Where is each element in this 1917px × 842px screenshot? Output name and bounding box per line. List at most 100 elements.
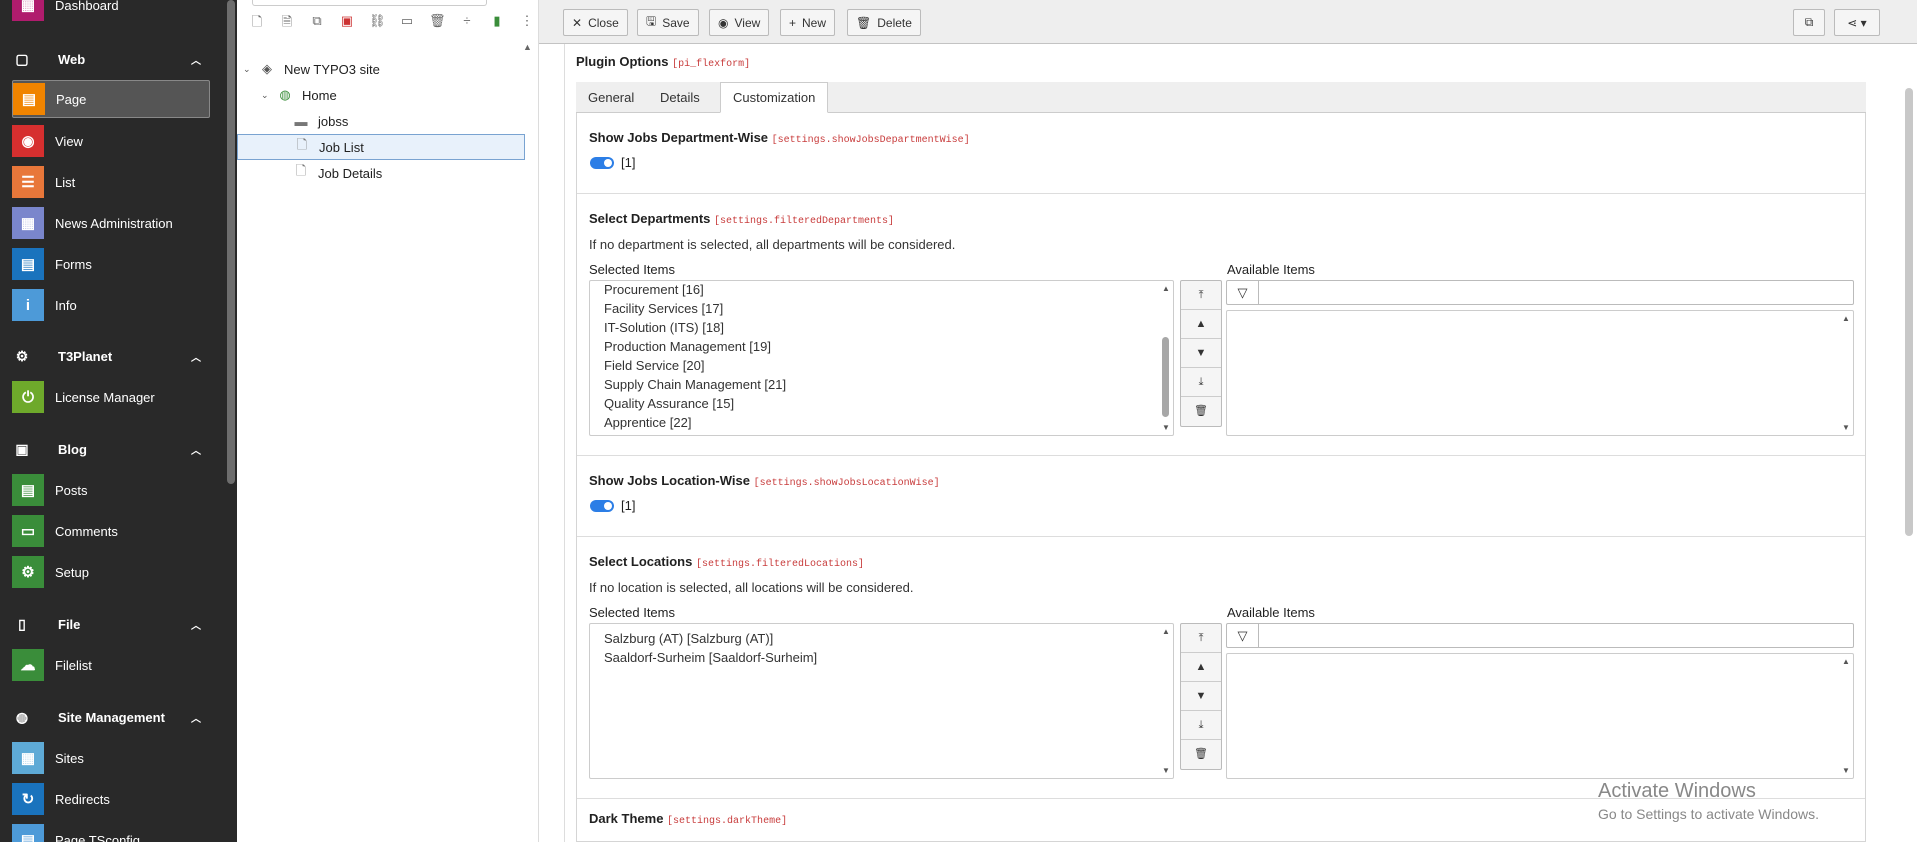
list-scrollbar[interactable]: ▲ ▼ xyxy=(1159,624,1173,778)
move-top-icon[interactable]: ⤒ xyxy=(1181,281,1221,310)
section-file[interactable]: ▯ File ︿ xyxy=(12,607,219,641)
list-scrollbar[interactable]: ▲ ▼ xyxy=(1839,654,1853,778)
module-filelist[interactable]: ☁ Filelist xyxy=(12,646,210,684)
delete-button[interactable]: 🗑 Delete xyxy=(847,9,921,36)
list-scrollbar[interactable]: ▲ ▼ xyxy=(1839,311,1853,435)
move-down-icon[interactable]: ▼ xyxy=(1181,339,1221,368)
departments-available-list[interactable]: ▲ ▼ xyxy=(1226,310,1854,436)
recycler-icon[interactable]: 🗑 xyxy=(429,13,446,35)
scroll-down-icon[interactable]: ▼ xyxy=(1842,423,1850,432)
list-item[interactable]: Salzburg (AT) [Salzburg (AT)] xyxy=(590,629,1173,648)
list-item[interactable]: Supply Chain Management [21] xyxy=(590,375,1173,394)
list-item[interactable]: Field Service [20] xyxy=(590,356,1173,375)
menu-scrollbar[interactable] xyxy=(227,0,235,484)
scroll-up-icon[interactable]: ▲ xyxy=(1162,284,1170,293)
tab-details[interactable]: Details xyxy=(648,82,712,113)
locations-available-list[interactable]: ▲ ▼ xyxy=(1226,653,1854,779)
heading-text: Plugin Options xyxy=(576,54,669,69)
tree-node-home[interactable]: ⌄ ◍ Home xyxy=(261,82,337,108)
move-down-icon[interactable]: ▼ xyxy=(1181,682,1221,711)
move-bottom-icon[interactable]: ⤓ xyxy=(1181,711,1221,740)
module-view[interactable]: ◉ View xyxy=(12,122,210,160)
list-item[interactable]: IT-Solution (ITS) [18] xyxy=(590,318,1173,337)
section-web[interactable]: ▢ Web ︿ xyxy=(12,42,219,76)
dept-wise-toggle[interactable] xyxy=(590,157,614,169)
expand-icon[interactable]: ⌄ xyxy=(261,90,273,101)
scroll-up-icon[interactable]: ▲ xyxy=(1162,627,1170,636)
locations-sort-controls: ⤒ ▲ ▼ ⤓ 🗑 xyxy=(1180,623,1222,770)
module-comments[interactable]: ▭ Comments xyxy=(12,512,210,550)
new-page-icon[interactable]: 🗋 xyxy=(249,13,265,35)
folder-icon: ▬ xyxy=(294,113,308,129)
module-list[interactable]: ☰ List xyxy=(12,163,210,201)
tree-node-root[interactable]: ⌄ ◈ New TYPO3 site xyxy=(243,56,380,82)
module-sites[interactable]: ▦ Sites xyxy=(12,739,210,777)
move-up-icon[interactable]: ▲ xyxy=(1181,310,1221,339)
open-new-window-button[interactable]: ⧉ xyxy=(1793,9,1825,36)
departments-selected-list[interactable]: Procurement [16] Facility Services [17] … xyxy=(589,280,1174,436)
close-button[interactable]: ✕ Close xyxy=(563,9,628,36)
view-button[interactable]: ◉ View xyxy=(709,9,770,36)
remove-icon[interactable]: 🗑 xyxy=(1181,740,1221,769)
module-license[interactable]: ⏻ License Manager xyxy=(12,378,210,416)
section-label: T3Planet xyxy=(58,348,113,364)
module-redirects[interactable]: ↻ Redirects xyxy=(12,780,210,818)
plus-icon: + xyxy=(789,15,797,30)
module-news[interactable]: ▦ News Administration xyxy=(12,204,210,242)
shortcut-icon[interactable]: ⧉ xyxy=(309,13,325,35)
loc-wise-toggle[interactable] xyxy=(590,500,614,512)
move-up-icon[interactable]: ▲ xyxy=(1181,653,1221,682)
content-scrollbar[interactable] xyxy=(1905,88,1913,536)
list-item[interactable]: Procurement [16] xyxy=(590,281,1173,299)
scroll-up-icon[interactable]: ▲ xyxy=(1842,657,1850,666)
departments-filter-input[interactable]: ▽ xyxy=(1226,280,1854,305)
move-top-icon[interactable]: ⤒ xyxy=(1181,624,1221,653)
module-dashboard[interactable]: ▦ Dashboard xyxy=(12,0,210,24)
tree-search-input[interactable] xyxy=(252,0,487,6)
scroll-up-icon[interactable]: ▲ xyxy=(523,42,532,52)
module-setup[interactable]: ⚙ Setup xyxy=(12,553,210,591)
backend-layout-icon[interactable]: ▮ xyxy=(489,13,505,35)
expand-icon[interactable]: ⌄ xyxy=(243,64,255,75)
more-icon[interactable]: ⋮ xyxy=(519,13,535,35)
tree-node-joblist[interactable]: 🗋 Job List xyxy=(237,134,525,160)
mount-icon[interactable]: ▣ xyxy=(339,13,355,35)
list-scrollbar[interactable]: ▲ ▼ xyxy=(1159,281,1173,435)
module-tsconfig[interactable]: ▤ Page TSconfig xyxy=(12,821,210,842)
tab-general[interactable]: General xyxy=(576,82,646,113)
module-page[interactable]: ▤ Page xyxy=(12,80,210,118)
scroll-down-icon[interactable]: ▼ xyxy=(1842,766,1850,775)
list-item[interactable]: Facility Services [17] xyxy=(590,299,1173,318)
section-site-management[interactable]: ◍ Site Management ︿ xyxy=(12,700,219,734)
new-button[interactable]: + New xyxy=(780,9,836,36)
module-posts[interactable]: ▤ Posts xyxy=(12,471,210,509)
list-item[interactable]: Apprentice [22] xyxy=(590,413,1173,432)
module-info[interactable]: i Info xyxy=(12,286,210,324)
tree-node-jobss[interactable]: ▬ jobss xyxy=(292,108,349,134)
locations-filter-input[interactable]: ▽ xyxy=(1226,623,1854,648)
list-item[interactable]: Production Management [19] xyxy=(590,337,1173,356)
module-forms[interactable]: ▤ Forms xyxy=(12,245,210,283)
tree-node-jobdetails[interactable]: 🗋 Job Details xyxy=(292,160,383,186)
remove-icon[interactable]: 🗑 xyxy=(1181,397,1221,426)
page-icon: 🗋 xyxy=(296,137,308,152)
link-icon[interactable]: ⛓ xyxy=(369,13,386,35)
divider-icon[interactable]: ÷ xyxy=(459,13,475,35)
scroll-down-icon[interactable]: ▼ xyxy=(1162,423,1170,432)
scroll-up-icon[interactable]: ▲ xyxy=(1842,314,1850,323)
locations-selected-list[interactable]: Salzburg (AT) [Salzburg (AT)] Saaldorf-S… xyxy=(589,623,1174,779)
tab-customization[interactable]: Customization xyxy=(720,82,829,113)
section-blog[interactable]: ▣ Blog ︿ xyxy=(12,432,219,466)
scroll-down-icon[interactable]: ▼ xyxy=(1162,766,1170,775)
scroll-thumb[interactable] xyxy=(1162,337,1169,417)
new-page-user-icon[interactable]: 🗎 xyxy=(279,13,295,35)
save-button[interactable]: 🖫 Save xyxy=(637,9,699,36)
module-menu: ▦ Dashboard ▢ Web ︿ ▤ Page ◉ View ☰ List… xyxy=(0,0,237,842)
section-t3planet[interactable]: ⚙ T3Planet ︿ xyxy=(12,339,219,373)
list-item[interactable]: Quality Assurance [15] xyxy=(590,394,1173,413)
share-dropdown-button[interactable]: ⋖ ▾ xyxy=(1834,9,1880,36)
move-bottom-icon[interactable]: ⤓ xyxy=(1181,368,1221,397)
tree-resize-handle[interactable] xyxy=(538,0,539,842)
list-item[interactable]: Saaldorf-Surheim [Saaldorf-Surheim] xyxy=(590,648,1173,667)
folder-icon[interactable]: ▭ xyxy=(399,13,415,35)
